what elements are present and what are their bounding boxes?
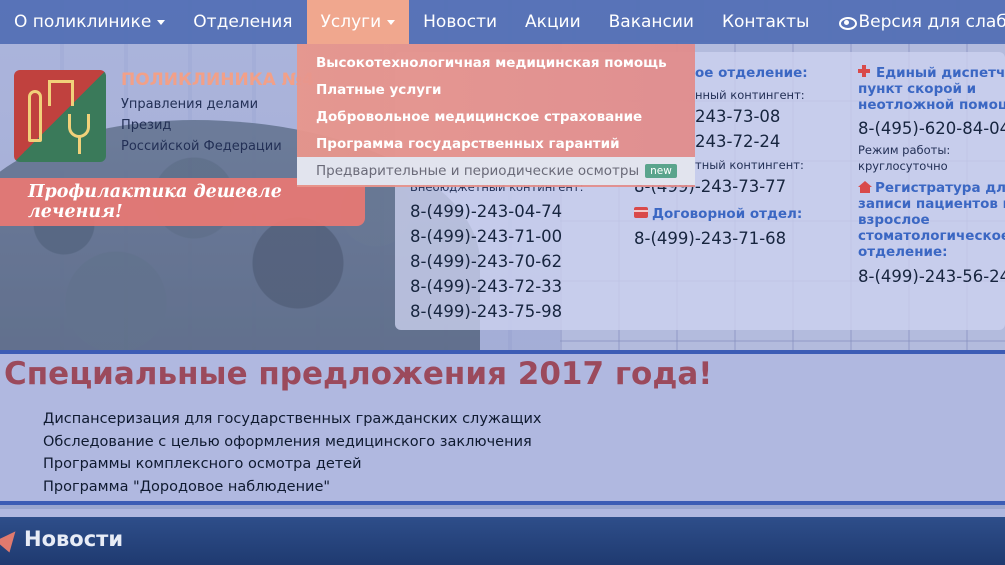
nav-item-label: Контакты xyxy=(721,12,810,32)
news-section-header: Новости xyxy=(0,517,1005,565)
nav-item-news[interactable]: Новости xyxy=(409,0,511,44)
nav-item-vacancies[interactable]: Вакансии xyxy=(595,0,708,44)
phone-number[interactable]: 8-(499)-243-72-33 xyxy=(410,277,562,296)
phone-number[interactable]: 8-(495)-620-84-04 xyxy=(858,119,1005,138)
paper-plane-icon xyxy=(0,525,23,553)
menu-item-periodic-checkups[interactable]: Предварительные и периодические осмотры … xyxy=(297,157,695,185)
phone-number[interactable]: 243-72-24 xyxy=(695,132,780,151)
offer-link[interactable]: Программы комплексного осмотра детей xyxy=(43,453,542,476)
nav-item-label: О поликлинике xyxy=(14,12,152,32)
nav-item-label: Услуги xyxy=(320,12,382,32)
top-navigation: О поликлинике Отделения Услуги Новости А… xyxy=(0,0,1005,44)
offer-link[interactable]: Программа "Дородовое наблюдение" xyxy=(43,476,542,499)
nav-item-services[interactable]: Услуги xyxy=(306,0,410,44)
contingent-label: тный контингент: xyxy=(695,158,804,172)
new-badge: new xyxy=(645,164,677,178)
nav-item-promotions[interactable]: Акции xyxy=(511,0,595,44)
accessibility-label: Версия для слабовид xyxy=(858,12,1005,32)
menu-item-paid-services[interactable]: Платные услуги xyxy=(297,76,695,103)
menu-item-voluntary-insurance[interactable]: Добровольное медицинское страхование xyxy=(297,103,695,130)
nav-item-contacts[interactable]: Контакты xyxy=(708,0,824,44)
nav-item-label: Новости xyxy=(423,12,498,32)
registry-heading: Регистратура для записи пациентов во взр… xyxy=(858,180,1005,260)
offer-link[interactable]: Диспансеризация для государственных граж… xyxy=(43,408,542,431)
phone-number[interactable]: 8-(499)-243-71-68 xyxy=(634,229,786,248)
phone-number[interactable]: 8-(499)-243-70-62 xyxy=(410,252,562,271)
clinic-logo[interactable] xyxy=(14,70,106,162)
dispatch-heading: Единый диспетчер пункт скорой и неотложн… xyxy=(858,65,1005,113)
contract-dept-heading: Договорной отдел: xyxy=(634,206,802,222)
nav-item-about[interactable]: О поликлинике xyxy=(0,0,179,44)
phone-number[interactable]: 8-(499)-243-04-74 xyxy=(410,202,562,221)
nav-item-label: Акции xyxy=(525,12,581,32)
department-heading: ое отделение: xyxy=(695,65,808,81)
clinic-name: ПОЛИКЛИНИКА №4 xyxy=(121,70,314,90)
menu-item-label: Предварительные и периодические осмотры xyxy=(316,163,640,179)
credit-card-icon xyxy=(634,207,648,218)
phone-number[interactable]: 8-(499)-243-56-24 xyxy=(858,267,1005,286)
phone-number[interactable]: 8-(499)-243-75-98 xyxy=(410,302,562,321)
phone-number[interactable]: 243-73-08 xyxy=(695,107,780,126)
nav-item-label: Отделения xyxy=(193,12,293,32)
contingent-label: нный контингент: xyxy=(695,88,805,102)
eye-icon xyxy=(839,16,858,30)
special-offers-section: Специальные предложения 2017 года! Диспа… xyxy=(0,350,1005,505)
home-icon xyxy=(858,181,872,193)
clinic-subtitle: Управления делами Презид Российской Феде… xyxy=(121,97,282,154)
menu-item-state-guarantees[interactable]: Программа государственных гарантий xyxy=(297,130,695,157)
phone-number[interactable]: 8-(499)-243-71-00 xyxy=(410,227,562,246)
nav-item-departments[interactable]: Отделения xyxy=(179,0,306,44)
hours-label: Режим работы: xyxy=(858,143,951,157)
offers-list: Диспансеризация для государственных граж… xyxy=(43,408,542,498)
chevron-down-icon xyxy=(157,19,166,25)
accessibility-version-link[interactable]: Версия для слабовид xyxy=(823,0,1005,44)
menu-item-hightech-care[interactable]: Высокотехнологичная медицинская помощь xyxy=(297,49,695,76)
chevron-down-icon xyxy=(387,19,396,25)
news-title[interactable]: Новости xyxy=(24,527,123,551)
medical-cross-icon xyxy=(858,65,870,77)
services-dropdown-menu: Высокотехнологичная медицинская помощь П… xyxy=(297,44,695,187)
nav-item-label: Вакансии xyxy=(608,12,694,32)
special-offers-title: Специальные предложения 2017 года! xyxy=(4,356,713,392)
offer-link[interactable]: Обследование с целью оформления медицинс… xyxy=(43,431,542,454)
hours-value: круглосуточно xyxy=(858,159,948,173)
